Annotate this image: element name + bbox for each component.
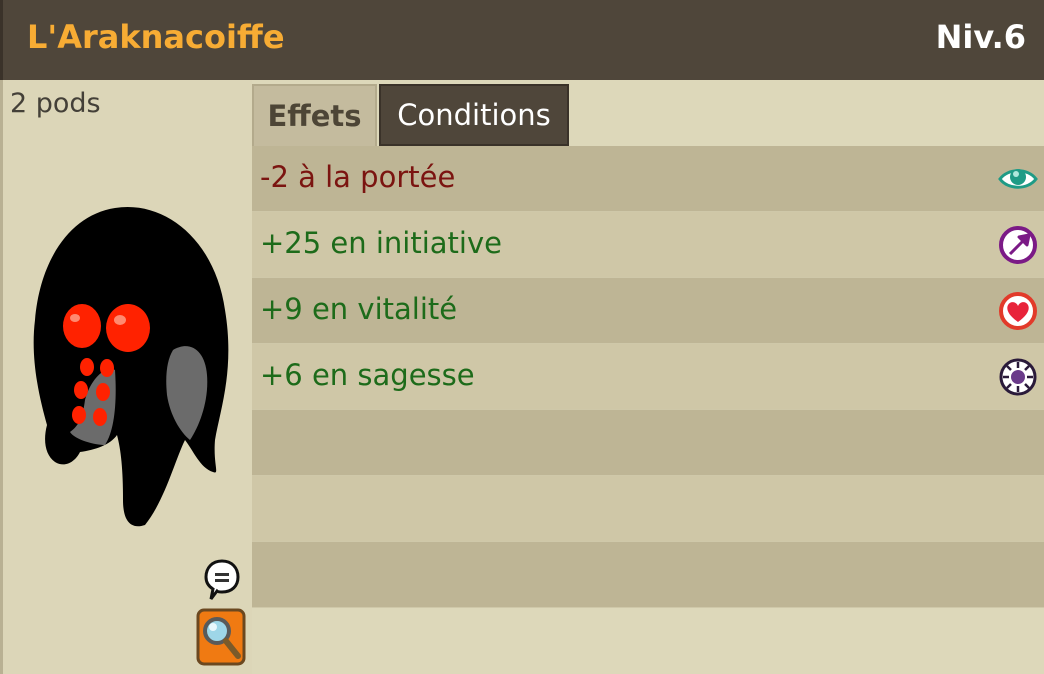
empty-row	[252, 476, 1044, 542]
item-details-panel: Effets Conditions -2 à la portée +25 en …	[252, 80, 1044, 674]
effect-text: +25 en initiative	[260, 226, 502, 260]
speech-bubble-icon[interactable]	[203, 558, 241, 602]
effect-text: +6 en sagesse	[260, 358, 475, 392]
empty-row	[252, 410, 1044, 476]
item-name: L'Araknacoiffe	[27, 18, 285, 56]
effect-row: +9 en vitalité	[252, 278, 1044, 344]
effect-text: +9 en vitalité	[260, 292, 458, 326]
effect-text: -2 à la portée	[260, 160, 456, 194]
range-eye-icon	[998, 169, 1038, 189]
effect-row: -2 à la portée	[252, 146, 1044, 212]
item-header: L'Araknacoiffe Niv.6	[0, 0, 1044, 80]
item-weight: 2 pods	[10, 88, 101, 119]
tab-conditions[interactable]: Conditions	[379, 84, 569, 146]
initiative-arrow-icon	[999, 226, 1037, 264]
tab-effects[interactable]: Effets	[252, 84, 377, 146]
item-preview-panel: 2 pods	[0, 80, 252, 674]
effects-list: -2 à la portée +25 en initiative +9 en v…	[252, 146, 1044, 608]
effect-row: +6 en sagesse	[252, 344, 1044, 410]
magnifier-button[interactable]	[196, 608, 246, 666]
effect-row: +25 en initiative	[252, 212, 1044, 278]
vitality-heart-icon	[999, 292, 1037, 330]
item-level: Niv.6	[935, 18, 1026, 56]
araknacoiffe-hat-image	[33, 206, 229, 527]
wisdom-eye-icon	[999, 358, 1037, 396]
empty-row	[252, 542, 1044, 608]
